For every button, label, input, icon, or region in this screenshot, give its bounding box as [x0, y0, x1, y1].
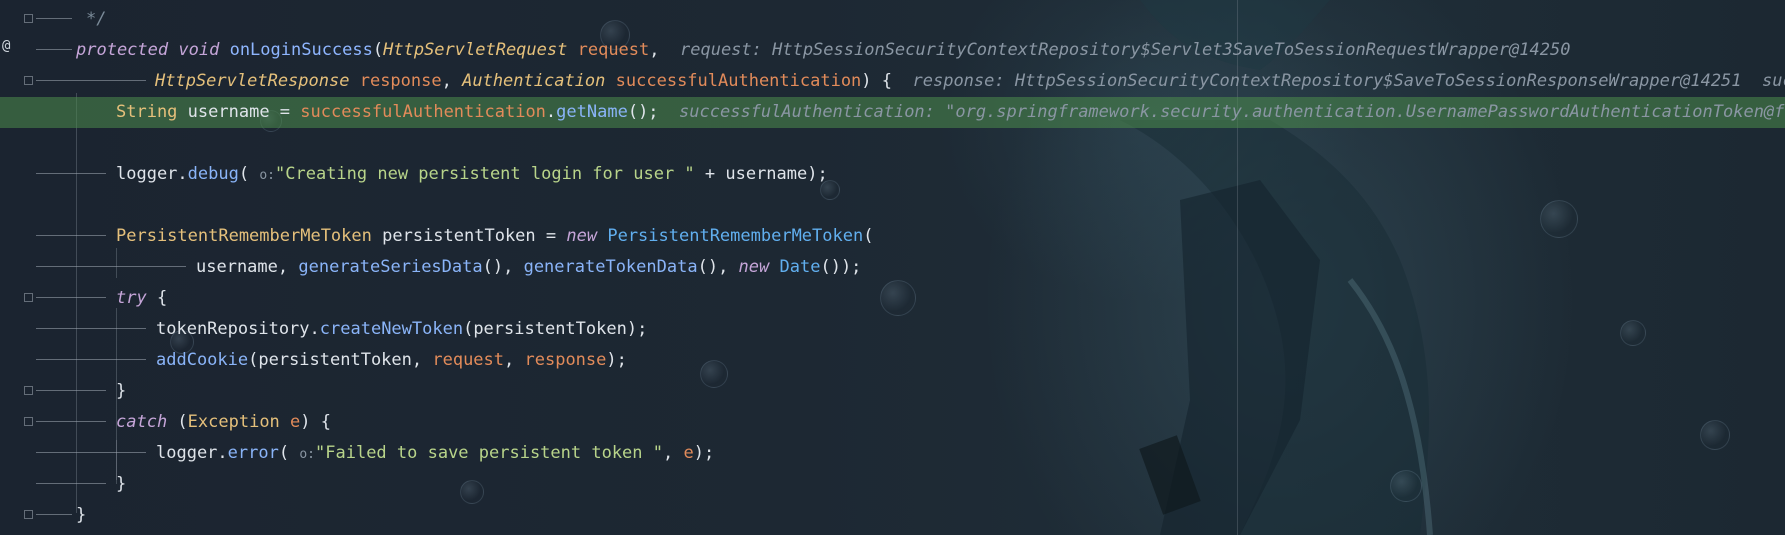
- keyword: catch: [116, 412, 168, 432]
- method-call[interactable]: generateSeriesData: [298, 257, 482, 277]
- string-literal: "Creating new persistent login for user …: [275, 164, 695, 184]
- paren: (: [372, 40, 384, 60]
- debug-value-hint: successfulAuthentication: "org.springfra…: [679, 102, 1785, 122]
- param-name-inlay: o:: [299, 447, 316, 462]
- debug-value-hint: request: HttpSessionSecurityContextRepos…: [680, 40, 1571, 60]
- variable[interactable]: username: [188, 102, 270, 122]
- keyword: protected: [76, 40, 169, 60]
- code-text: (persistentToken);: [463, 319, 648, 339]
- method-call[interactable]: error: [228, 443, 279, 463]
- separator: ,: [663, 443, 684, 463]
- operator: =: [535, 226, 567, 246]
- method-call[interactable]: addCookie: [156, 350, 248, 370]
- brace: }: [116, 381, 127, 401]
- paren: (: [863, 226, 874, 246]
- type-name[interactable]: String: [116, 102, 177, 122]
- code-editor[interactable]: @ */ protected void onLoginSuccess(HttpS…: [0, 0, 1785, 535]
- code-line[interactable]: }: [0, 469, 1785, 500]
- code-line[interactable]: protected void onLoginSuccess(HttpServle…: [0, 35, 1785, 66]
- constructor-call[interactable]: Date: [780, 257, 821, 277]
- code-line[interactable]: tokenRepository.createNewToken(persisten…: [0, 314, 1785, 345]
- param-type[interactable]: HttpServletResponse: [155, 71, 349, 91]
- variable-ref[interactable]: username: [196, 257, 278, 277]
- param-name[interactable]: successfulAuthentication: [616, 71, 862, 91]
- code-line[interactable]: }: [0, 376, 1785, 407]
- paren: ();: [627, 102, 659, 122]
- code-line[interactable]: PersistentRememberMeToken persistentToke…: [0, 221, 1785, 252]
- param-name[interactable]: request: [578, 40, 650, 60]
- paren: (): [697, 257, 719, 277]
- keyword: try: [116, 288, 147, 308]
- string-literal: "Failed to save persistent token ": [315, 443, 664, 463]
- paren: );: [693, 443, 715, 463]
- paren: );: [606, 350, 627, 370]
- code-line[interactable]: catch (Exception e) {: [0, 407, 1785, 438]
- param-ref[interactable]: request: [432, 350, 504, 370]
- variable-ref[interactable]: e: [684, 443, 694, 463]
- code-line[interactable]: }: [0, 500, 1785, 531]
- separator: ,: [441, 71, 452, 91]
- param-type[interactable]: HttpServletRequest: [383, 40, 567, 60]
- comment-end: */: [86, 9, 107, 29]
- method-call[interactable]: getName: [556, 102, 628, 122]
- paren: ());: [820, 257, 862, 277]
- variable[interactable]: persistentToken: [382, 226, 536, 246]
- current-execution-line[interactable]: String username = successfulAuthenticati…: [0, 97, 1785, 128]
- param-type[interactable]: Authentication: [462, 71, 605, 91]
- field-ref[interactable]: logger: [116, 164, 177, 184]
- code-text: (persistentToken,: [248, 350, 433, 370]
- paren: ) {: [300, 412, 332, 432]
- code-line[interactable]: */: [0, 4, 1785, 35]
- code-line[interactable]: addCookie(persistentToken, request, resp…: [0, 345, 1785, 376]
- code-line[interactable]: try {: [0, 283, 1785, 314]
- paren: (: [238, 164, 250, 184]
- code-line[interactable]: HttpServletResponse response, Authentica…: [0, 66, 1785, 97]
- code-line[interactable]: logger.debug( o:"Creating new persistent…: [0, 159, 1785, 190]
- code-line[interactable]: username, generateSeriesData(), generate…: [0, 252, 1785, 283]
- debug-value-hint: response: HttpSessionSecurityContextRepo…: [912, 71, 1785, 91]
- separator: ,: [277, 257, 299, 277]
- variable[interactable]: e: [290, 412, 300, 432]
- code-text: + username);: [694, 164, 828, 184]
- brace: }: [116, 474, 127, 494]
- dot: .: [309, 319, 320, 339]
- param-ref[interactable]: response: [525, 350, 607, 370]
- paren: (: [278, 443, 290, 463]
- field-ref[interactable]: tokenRepository: [156, 319, 310, 339]
- dot: .: [217, 443, 228, 463]
- param-name[interactable]: response: [360, 71, 442, 91]
- keyword: new: [566, 226, 598, 246]
- separator: ,: [504, 350, 525, 370]
- type-name[interactable]: PersistentRememberMeToken: [116, 226, 372, 246]
- type-name[interactable]: Exception: [188, 412, 280, 432]
- field-ref[interactable]: logger: [156, 443, 217, 463]
- paren: (: [167, 412, 188, 432]
- brace: }: [76, 505, 87, 525]
- method-name[interactable]: onLoginSuccess: [230, 40, 373, 60]
- method-call[interactable]: debug: [188, 164, 239, 184]
- keyword: void: [178, 40, 220, 60]
- method-call[interactable]: createNewToken: [320, 319, 463, 339]
- dot: .: [545, 102, 557, 122]
- separator: ,: [503, 257, 524, 277]
- param-ref[interactable]: successfulAuthentication: [300, 102, 546, 122]
- paren: ) {: [861, 71, 893, 91]
- separator: ,: [649, 40, 660, 60]
- keyword: new: [738, 257, 770, 277]
- separator: ,: [718, 257, 739, 277]
- paren: (): [482, 257, 504, 277]
- operator: =: [269, 102, 301, 122]
- constructor-call[interactable]: PersistentRememberMeToken: [607, 226, 863, 246]
- brace: {: [146, 288, 168, 308]
- param-name-inlay: o:: [259, 168, 276, 183]
- code-line[interactable]: logger.error( o:"Failed to save persiste…: [0, 438, 1785, 469]
- dot: .: [177, 164, 188, 184]
- method-call[interactable]: generateTokenData: [524, 257, 698, 277]
